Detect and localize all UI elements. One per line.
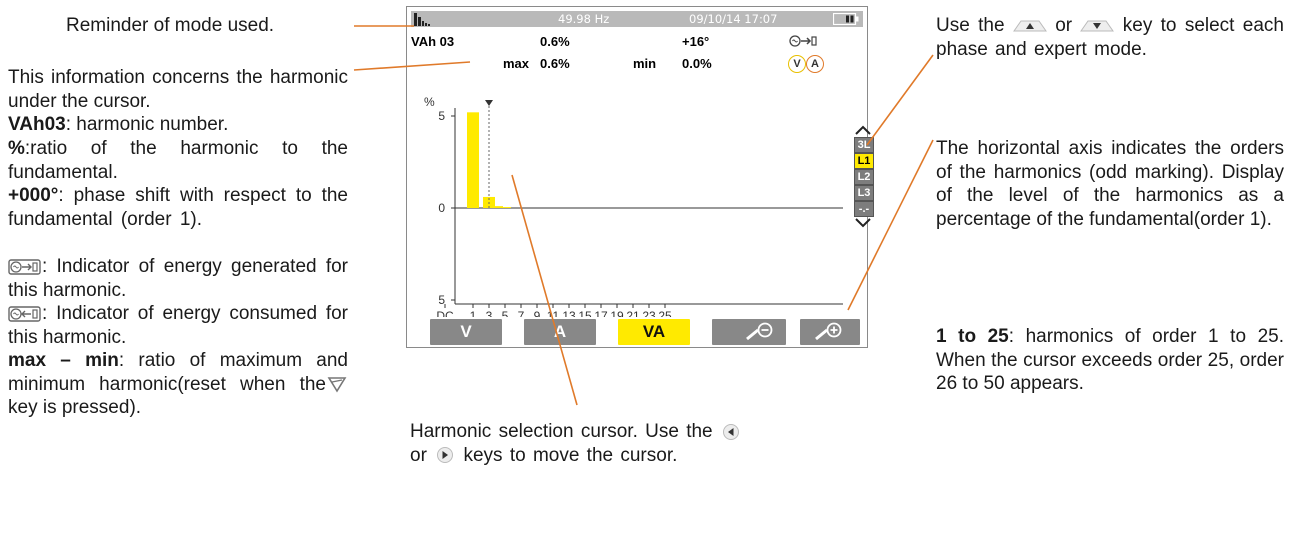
phase-3l[interactable]: 3L xyxy=(854,137,874,153)
range-term: 1 to 25 xyxy=(936,326,1009,347)
or-text: or xyxy=(1055,15,1073,36)
tab-power[interactable]: VA xyxy=(618,319,690,345)
max-min-term: max – min xyxy=(8,350,119,371)
x-tick-label: 21 xyxy=(626,309,640,317)
chevron-up-icon[interactable] xyxy=(854,124,872,136)
phase-select-description: Use the or key to select each phase and … xyxy=(936,14,1284,61)
down-arrow-key-icon xyxy=(1080,20,1115,32)
consumed-energy-description: : Indicator of energy consumed for this … xyxy=(8,302,348,349)
energy-generated-icon xyxy=(8,259,41,275)
x-tick-label: 19 xyxy=(610,309,624,317)
reminder-text: Reminder of mode used. xyxy=(66,15,275,36)
percent-text: :ratio of the harmonic to the fundamenta… xyxy=(8,138,348,183)
zoom-out-button[interactable] xyxy=(736,319,786,345)
use-the-text: Use the xyxy=(936,15,1005,36)
consumed-energy-text: : Indicator of energy consumed for this … xyxy=(8,303,348,348)
max-min-description: max – min: ratio of maximum and minimum … xyxy=(8,349,348,420)
leader-phase xyxy=(866,54,934,146)
x-tick-label: 15 xyxy=(578,309,592,317)
energy-consumed-icon xyxy=(8,306,41,322)
y-tick-label: 5 xyxy=(438,293,445,307)
phase-expert[interactable]: -.- xyxy=(854,201,874,217)
range-description: 1 to 25: harmonics of order 1 to 25. Whe… xyxy=(936,325,1284,396)
axis-description: The horizontal axis indicates the orders… xyxy=(936,138,1284,230)
analyzer-screen: 49.98 Hz 09/10/14 17:07 VAh 03 0.6% +16°… xyxy=(406,6,874,348)
harmonics-chart: 505%DC 1 3 5 7 9 11 13 15 17 19 21 23 25 xyxy=(424,95,843,317)
right-arrow-key-icon xyxy=(437,447,454,464)
up-arrow-key-icon xyxy=(1012,20,1047,32)
phase-shift-description: +000°: phase shift with respect to the f… xyxy=(8,184,348,231)
y-tick-label: 5 xyxy=(438,109,445,123)
x-tick-label: 9 xyxy=(534,309,541,317)
cursor-text-3: keys to move the cursor. xyxy=(463,444,678,466)
phase-shift-term: +000° xyxy=(8,185,59,206)
y-tick-label: 0 xyxy=(438,201,445,215)
tab-voltage[interactable]: V xyxy=(430,319,502,345)
hold-key-icon xyxy=(327,377,347,394)
phase-l3[interactable]: L3 xyxy=(854,185,874,201)
left-arrow-key-icon xyxy=(722,423,739,440)
percent-term: % xyxy=(8,138,25,159)
cursor-text-1: Harmonic selection cursor. Use the xyxy=(410,421,713,442)
generated-energy-text: : Indicator of energy generated for this… xyxy=(8,256,348,301)
x-tick-label: 1 xyxy=(470,309,477,317)
tab-current[interactable]: A xyxy=(524,319,596,345)
zoom-in-button[interactable] xyxy=(800,319,860,345)
max-min-text-end: key is pressed). xyxy=(8,397,142,418)
x-tick-label: 23 xyxy=(642,309,656,317)
percent-description: %:ratio of the harmonic to the fundament… xyxy=(8,137,348,184)
phase-shift-text: : phase shift with respect to the fundam… xyxy=(8,185,348,230)
cursor-marker xyxy=(485,100,493,106)
chevron-down-icon[interactable] xyxy=(854,217,872,229)
x-tick-label: 5 xyxy=(502,309,509,317)
harmonic-bar xyxy=(467,112,479,208)
cursor-text-2: or xyxy=(410,444,427,466)
info-intro-text: This information concerns the harmonic u… xyxy=(8,67,348,112)
cursor-description: Harmonic selection cursor. Use the or ke… xyxy=(410,420,890,467)
generated-energy-description: : Indicator of energy generated for this… xyxy=(8,255,348,302)
x-tick-label: 13 xyxy=(562,309,576,317)
zoom-in-icon[interactable] xyxy=(808,321,852,343)
x-tick-label: 7 xyxy=(518,309,525,317)
x-tick-label: 17 xyxy=(594,309,608,317)
x-tick-label: DC xyxy=(436,309,454,317)
harmonic-bar xyxy=(499,207,511,208)
zoom-out-icon[interactable] xyxy=(741,321,781,343)
vah-description: VAh03: harmonic number. xyxy=(8,113,348,137)
x-tick-label: 11 xyxy=(547,309,560,317)
phase-l1[interactable]: L1 xyxy=(854,153,874,169)
y-axis-unit: % xyxy=(424,95,435,109)
x-tick-label: 3 xyxy=(486,309,493,317)
x-tick-label: 25 xyxy=(658,309,672,317)
vah-term: VAh03 xyxy=(8,114,66,135)
phase-l2[interactable]: L2 xyxy=(854,169,874,185)
vah-text: : harmonic number. xyxy=(65,114,229,135)
